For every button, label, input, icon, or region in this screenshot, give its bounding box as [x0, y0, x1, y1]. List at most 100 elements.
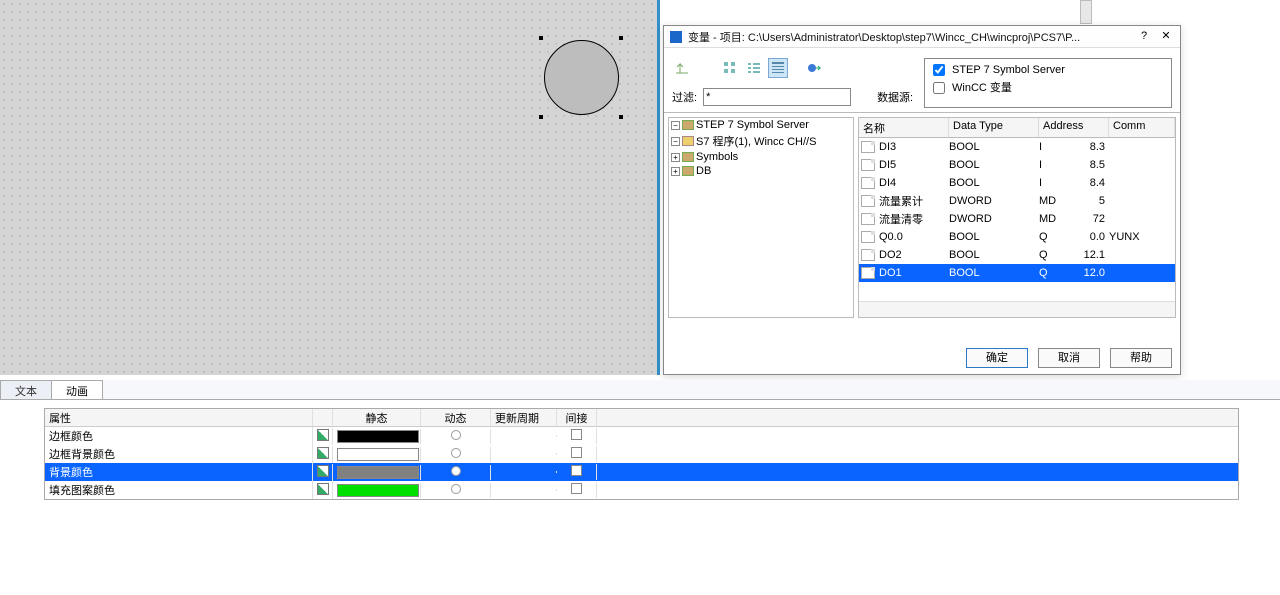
expand-icon[interactable]: − — [671, 121, 680, 130]
dynamic-bulb[interactable] — [421, 465, 491, 480]
ds-option-wincc[interactable]: WinCC 变量 — [929, 79, 1167, 97]
view-icons-icon[interactable] — [720, 58, 740, 78]
ds-step7-label: STEP 7 Symbol Server — [952, 63, 1065, 77]
indirect-checkbox[interactable] — [557, 428, 597, 444]
indirect-checkbox[interactable] — [557, 482, 597, 498]
tab-animation[interactable]: 动画 — [51, 380, 103, 399]
col-comment[interactable]: Comm — [1109, 118, 1175, 137]
cell-addr-area: Q — [1039, 267, 1069, 279]
color-swatch[interactable] — [333, 429, 421, 444]
grid-rows[interactable]: DI3BOOLI8.3DI5BOOLI8.5DI4BOOLI8.4流量累计DWO… — [859, 138, 1175, 301]
tree-root[interactable]: −STEP 7 Symbol Server — [669, 118, 853, 132]
expand-icon[interactable]: + — [671, 153, 680, 162]
scrollbar-stub[interactable] — [1080, 0, 1092, 24]
indirect-checkbox[interactable] — [557, 446, 597, 462]
grid-hscroll[interactable] — [859, 301, 1175, 317]
update-cycle[interactable] — [491, 489, 557, 491]
dynamic-bulb[interactable] — [421, 429, 491, 444]
tab-text[interactable]: 文本 — [0, 380, 52, 399]
variable-dialog: 变量 - 项目: C:\Users\Administrator\Desktop\… — [663, 25, 1181, 375]
selection-handle[interactable] — [539, 115, 543, 119]
table-row[interactable]: DO2BOOLQ12.1 — [859, 246, 1175, 264]
help-dialog-button[interactable]: 帮助 — [1110, 348, 1172, 368]
cell-type: DWORD — [949, 195, 1039, 207]
symbol-icon — [861, 267, 875, 279]
table-row[interactable]: DO1BOOLQ12.0 — [859, 264, 1175, 282]
property-row[interactable]: 边框背景颜色 — [45, 445, 1238, 463]
ok-button[interactable]: 确定 — [966, 348, 1028, 368]
dialog-titlebar[interactable]: 变量 - 项目: C:\Users\Administrator\Desktop\… — [664, 26, 1180, 48]
cancel-button[interactable]: 取消 — [1038, 348, 1100, 368]
color-swatch[interactable] — [333, 447, 421, 462]
table-row[interactable]: DI4BOOLI8.4 — [859, 174, 1175, 192]
expand-icon[interactable]: − — [671, 137, 680, 146]
table-row[interactable]: Q0.0BOOLQ0.0YUNX — [859, 228, 1175, 246]
tree-pane[interactable]: −STEP 7 Symbol Server −S7 程序(1), Wincc C… — [668, 117, 854, 318]
color-picker-icon[interactable] — [313, 428, 333, 445]
cell-name: Q0.0 — [877, 231, 949, 243]
prop-label: 边框背景颜色 — [45, 445, 313, 463]
help-button[interactable]: ? — [1136, 29, 1152, 45]
cell-name: DO2 — [877, 249, 949, 261]
col-type[interactable]: Data Type — [949, 118, 1039, 137]
circle-shape[interactable] — [544, 40, 619, 115]
table-row[interactable]: DI5BOOLI8.5 — [859, 156, 1175, 174]
col-property[interactable]: 属性 — [45, 409, 313, 426]
indirect-checkbox[interactable] — [557, 464, 597, 480]
update-cycle[interactable] — [491, 453, 557, 455]
cell-type: BOOL — [949, 141, 1039, 153]
symbol-icon — [861, 213, 875, 225]
cell-name: DO1 — [877, 267, 949, 279]
cell-addr-area: Q — [1039, 231, 1069, 243]
filter-combo[interactable] — [703, 88, 851, 106]
go-icon[interactable] — [804, 58, 824, 78]
prop-grid-header: 属性 静态 动态 更新周期 间接 — [45, 409, 1238, 427]
selection-handle[interactable] — [539, 36, 543, 40]
cell-addr-area: I — [1039, 141, 1069, 153]
symbol-icon — [861, 231, 875, 243]
symbol-icon — [861, 159, 875, 171]
col-static[interactable]: 静态 — [333, 409, 421, 426]
color-swatch[interactable] — [333, 465, 421, 480]
symbol-icon — [861, 177, 875, 189]
ds-wincc-checkbox[interactable] — [933, 82, 945, 94]
ds-step7-checkbox[interactable] — [933, 64, 945, 76]
tree-s7prog[interactable]: −S7 程序(1), Wincc CH//S — [669, 132, 853, 150]
table-row[interactable]: 流量累计DWORDMD5 — [859, 192, 1175, 210]
cell-name: DI4 — [877, 177, 949, 189]
cell-addr-offset: 5 — [1069, 195, 1109, 207]
expand-icon[interactable]: + — [671, 167, 680, 176]
view-list-icon[interactable] — [744, 58, 764, 78]
canvas-area[interactable] — [0, 0, 660, 375]
prop-label: 背景颜色 — [45, 463, 313, 481]
tree-symbols[interactable]: +Symbols — [669, 150, 853, 164]
color-swatch[interactable] — [333, 483, 421, 498]
property-row[interactable]: 填充图案颜色 — [45, 481, 1238, 499]
close-button[interactable]: ✕ — [1158, 29, 1174, 45]
dynamic-bulb[interactable] — [421, 483, 491, 498]
col-name[interactable]: 名称 — [859, 118, 949, 137]
property-row[interactable]: 边框颜色 — [45, 427, 1238, 445]
dynamic-bulb[interactable] — [421, 447, 491, 462]
ds-wincc-label: WinCC 变量 — [952, 81, 1012, 95]
view-details-icon[interactable] — [768, 58, 788, 78]
property-row[interactable]: 背景颜色 — [45, 463, 1238, 481]
table-row[interactable]: DI3BOOLI8.3 — [859, 138, 1175, 156]
table-row[interactable]: 流量清零DWORDMD72 — [859, 210, 1175, 228]
update-cycle[interactable] — [491, 435, 557, 437]
ds-option-step7[interactable]: STEP 7 Symbol Server — [929, 61, 1167, 79]
color-picker-icon[interactable] — [313, 446, 333, 463]
update-cycle[interactable] — [491, 471, 557, 473]
selection-handle[interactable] — [619, 36, 623, 40]
color-picker-icon[interactable] — [313, 464, 333, 481]
color-picker-icon[interactable] — [313, 482, 333, 499]
tree-db[interactable]: +DB — [669, 164, 853, 178]
col-dynamic[interactable]: 动态 — [421, 409, 491, 426]
selection-handle[interactable] — [619, 115, 623, 119]
col-addr[interactable]: Address — [1039, 118, 1109, 137]
col-update[interactable]: 更新周期 — [491, 409, 557, 426]
prop-label: 边框颜色 — [45, 427, 313, 445]
col-indirect[interactable]: 间接 — [557, 409, 597, 426]
up-level-icon[interactable] — [672, 58, 692, 78]
cell-type: BOOL — [949, 159, 1039, 171]
